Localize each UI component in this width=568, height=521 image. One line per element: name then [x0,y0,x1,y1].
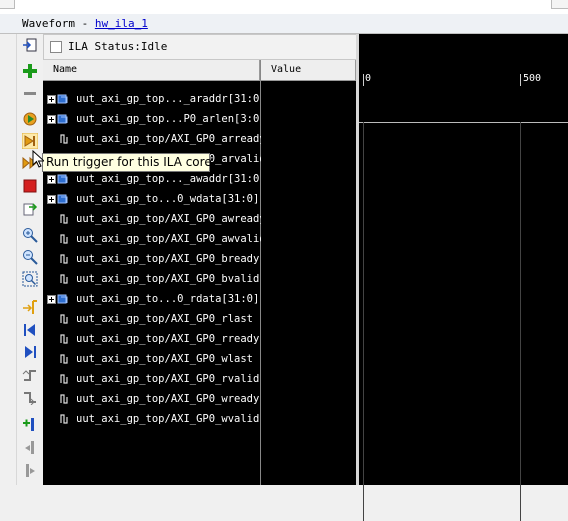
signal-label: uut_axi_gp_top/AXI_GP0_arready [76,133,266,145]
value-column-header[interactable]: Value [261,60,356,81]
grid-line [363,122,364,521]
ruler-tick [520,74,521,86]
expand-icon[interactable] [47,115,56,124]
goto-end-icon[interactable] [22,344,38,360]
signal-value-pane: Value [261,60,356,485]
goto-start-icon[interactable] [22,322,38,338]
ruler-label-0: 0 [365,73,372,84]
grid-line [520,122,521,521]
bit-signal-icon [60,214,68,224]
signal-label: uut_axi_gp_top...P0_arlen[3:0] [76,113,266,125]
ila-status-text: ILA Status:Idle [68,40,168,53]
ila-status-bar: ILA Status:Idle [43,34,357,60]
bus-signal-icon [57,94,68,104]
signal-label: uut_axi_gp_top/AXI_GP0_awvalid [76,233,266,245]
signal-label: uut_axi_gp_top/AXI_GP0_bready [76,253,260,265]
name-column-header[interactable]: Name [43,60,260,81]
signal-row[interactable]: uut_axi_gp_to...0_rdata[31:0] [43,290,260,310]
prev-transition-icon[interactable] [22,367,38,383]
bit-signal-icon [60,234,68,244]
waveform-area[interactable]: 0 500 [359,34,568,521]
expand-icon[interactable] [47,195,56,204]
signal-row[interactable]: uut_axi_gp_top/AXI_GP0_rvalid [43,370,260,390]
signal-label: uut_axi_gp_to...0_wdata[31:0] [76,193,260,205]
stop-trigger-icon[interactable] [22,178,38,194]
signal-label: uut_axi_gp_top/AXI_GP0_rready [76,333,260,345]
float-panel-icon[interactable] [22,37,38,53]
prev-marker-icon[interactable] [22,439,38,455]
signal-label: uut_axi_gp_top/AXI_GP0_wready [76,393,260,405]
zoom-out-icon[interactable] [22,249,38,265]
mouse-cursor-icon [32,150,44,168]
export-icon[interactable] [22,200,38,216]
bit-signal-icon [60,314,68,324]
signal-label: uut_axi_gp_top/AXI_GP0_bvalid [76,273,260,285]
signal-label: uut_axi_gp_top/AXI_GP0_wlast [76,353,254,365]
run-trigger-icon[interactable] [22,133,38,149]
bus-signal-icon [57,114,68,124]
add-marker-icon[interactable] [22,416,38,432]
bit-signal-icon [60,334,68,344]
signal-row[interactable]: uut_axi_gp_top/AXI_GP0_wlast [43,350,260,370]
bus-signal-icon [57,194,68,204]
expand-icon[interactable] [47,95,56,104]
signal-label: uut_axi_gp_top/AXI_GP0_rlast [76,313,254,325]
bit-signal-icon [60,394,68,404]
signal-row[interactable]: uut_axi_gp_top/AXI_GP0_awvalid [43,230,266,250]
signal-row[interactable]: uut_axi_gp_top/AXI_GP0_wready [43,390,260,410]
left-gutter [0,34,15,485]
bit-signal-icon [60,374,68,384]
signal-row[interactable]: uut_axi_gp_top/AXI_GP0_bvalid [43,270,260,290]
signal-label: uut_axi_gp_top..._awaddr[31:0] [76,173,266,185]
signal-row[interactable]: uut_axi_gp_top..._araddr[31:0] [43,90,266,110]
ruler-label-500: 500 [523,73,542,84]
signal-row[interactable]: uut_axi_gp_top/AXI_GP0_arready [43,130,266,150]
expand-icon[interactable] [47,175,56,184]
remove-probe-icon[interactable] [22,86,38,102]
bit-signal-icon [60,274,68,284]
signal-row[interactable]: uut_axi_gp_top/AXI_GP0_wvalid [43,410,260,430]
bit-signal-icon [60,134,68,144]
zoom-fit-icon[interactable] [22,271,38,287]
expand-icon[interactable] [47,295,56,304]
time-ruler: 0 500 [359,70,568,123]
top-strip [0,0,568,15]
signal-row[interactable]: uut_axi_gp_to...0_wdata[31:0] [43,190,260,210]
ila-link[interactable]: hw_ila_1 [95,17,148,30]
signal-row[interactable]: uut_axi_gp_top...P0_arlen[3:0] [43,110,266,130]
bus-signal-icon [57,294,68,304]
signal-row[interactable]: uut_axi_gp_top/AXI_GP0_rready [43,330,260,350]
run-trigger-immediate-icon[interactable] [22,111,38,127]
signal-label: uut_axi_gp_top/AXI_GP0_rvalid [76,373,260,385]
signal-name-pane: Name uut_axi_gp_top..._araddr[31:0] uut_a… [43,60,266,485]
signal-label: uut_axi_gp_top..._araddr[31:0] [76,93,266,105]
waveform-title-bar: Waveform - hw_ila_1 [0,14,568,34]
bit-signal-icon [60,354,68,364]
signal-row[interactable]: uut_axi_gp_top/AXI_GP0_rlast [43,310,260,330]
bit-signal-icon [60,414,68,424]
bit-signal-icon [60,254,68,264]
signal-label: uut_axi_gp_top/AXI_GP0_awready [76,213,266,225]
zoom-in-icon[interactable] [22,227,38,243]
next-transition-icon[interactable] [22,389,38,405]
bus-signal-icon [57,174,68,184]
signal-row[interactable]: uut_axi_gp_top..._awaddr[31:0] [43,170,266,190]
signal-row[interactable]: uut_axi_gp_top/AXI_GP0_awready [43,210,266,230]
status-indicator-icon [50,41,62,53]
tooltip: Run trigger for this ILA core [42,153,212,172]
signal-label: uut_axi_gp_top/AXI_GP0_wvalid [76,413,260,425]
window-title: Waveform - hw_ila_1 [22,17,148,30]
add-probe-icon[interactable] [22,63,38,79]
waveform-toolbar [16,34,44,485]
goto-cursor-icon[interactable] [22,299,38,315]
signal-row[interactable]: uut_axi_gp_top/AXI_GP0_bready [43,250,260,270]
ruler-tick [363,74,364,86]
signal-label: uut_axi_gp_to...0_rdata[31:0] [76,293,260,305]
next-marker-icon[interactable] [22,462,38,478]
